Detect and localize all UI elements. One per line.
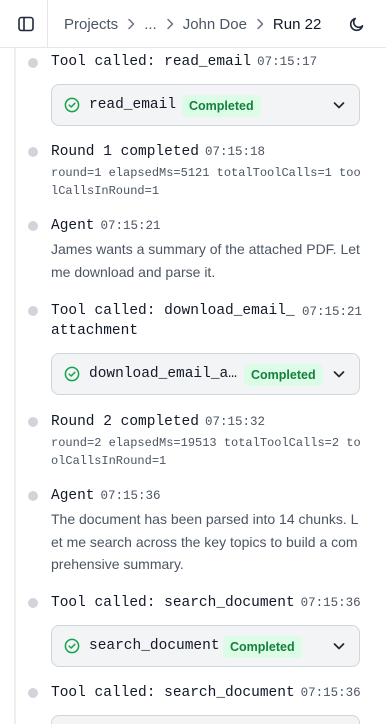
chevron-down-icon[interactable] [331, 366, 347, 382]
tool-name: read_email [89, 97, 177, 113]
entry-title: Tool called: download_email_ [51, 303, 295, 319]
entry-time: 07:15:18 [204, 145, 265, 159]
tool-call-card[interactable]: download_email_a… Completed [51, 353, 360, 395]
entry-title-continued: attachment [51, 323, 139, 339]
agent-message: The document has been parsed into 14 chu… [51, 511, 359, 572]
entry-time: 07:15:36 [300, 686, 361, 700]
entry-time: 07:15:21 [302, 305, 363, 319]
chevron-down-icon[interactable] [331, 638, 347, 654]
entry-title: Agent 07:15:21 [51, 218, 161, 234]
chevron-right-icon [127, 18, 135, 30]
timeline-dot [28, 417, 38, 427]
breadcrumb: Projects ... John Doe Run 22 [64, 0, 321, 48]
status-badge: Completed [223, 636, 302, 658]
chevron-right-icon [166, 18, 174, 30]
entry-time: 07:15:36 [100, 489, 161, 503]
entry-time: 07:15:21 [100, 219, 161, 233]
entry-title: Agent 07:15:36 [51, 488, 161, 504]
status-badge: Completed [244, 364, 323, 386]
check-circle-icon [64, 638, 80, 654]
timeline-dot [28, 688, 38, 698]
theme-toggle-button[interactable] [345, 12, 369, 36]
entry-time: 07:15:36 [300, 596, 361, 610]
breadcrumb-projects[interactable]: Projects [64, 16, 118, 33]
top-bar: Projects ... John Doe Run 22 [0, 0, 386, 48]
timeline-rail [14, 48, 16, 724]
timeline-dot [28, 491, 38, 501]
status-badge: Completed [182, 95, 261, 117]
header-divider [47, 0, 48, 48]
tool-name: search_document [89, 638, 220, 654]
timeline-dot [28, 306, 38, 316]
agent-message: James wants a summary of the attached PD… [51, 241, 360, 280]
entry-title: Tool called: search_document 07:15:36 [51, 685, 361, 701]
entry-title: Round 1 completed 07:15:18 [51, 144, 265, 160]
check-circle-icon [64, 366, 80, 382]
timeline-dot [28, 147, 38, 157]
tool-call-card[interactable]: read_email Completed [51, 84, 360, 126]
check-circle-icon [64, 97, 80, 113]
moon-icon [349, 17, 364, 32]
tool-name: download_email_a… [89, 366, 237, 382]
chevron-right-icon [256, 18, 264, 30]
event-feed[interactable]: Tool called: read_email 07:15:17 read_ema… [0, 48, 386, 724]
round-stats: round=2 elapsedMs=19513 totalToolCalls=2… [51, 436, 361, 468]
timeline-dot [28, 221, 38, 231]
chevron-down-icon[interactable] [331, 97, 347, 113]
entry-title: Tool called: search_document 07:15:36 [51, 595, 361, 611]
round-stats: round=1 elapsedMs=5121 totalToolCalls=1 … [51, 166, 361, 198]
breadcrumb-ellipsis[interactable]: ... [144, 16, 157, 33]
entry-title: Round 2 completed 07:15:32 [51, 414, 265, 430]
timeline-dot [28, 58, 38, 68]
sidebar-toggle-button[interactable] [14, 12, 38, 36]
breadcrumb-run: Run 22 [272, 15, 322, 33]
entry-title: Tool called: read_email 07:15:17 [51, 54, 318, 70]
entry-time: 07:15:17 [257, 55, 318, 69]
timeline-dot [28, 598, 38, 608]
tool-call-card[interactable]: search_document Completed [51, 625, 360, 667]
sidebar-toggle-icon [18, 16, 34, 32]
tool-call-card[interactable] [51, 715, 360, 724]
entry-time: 07:15:32 [204, 415, 265, 429]
breadcrumb-john-doe[interactable]: John Doe [183, 16, 247, 33]
